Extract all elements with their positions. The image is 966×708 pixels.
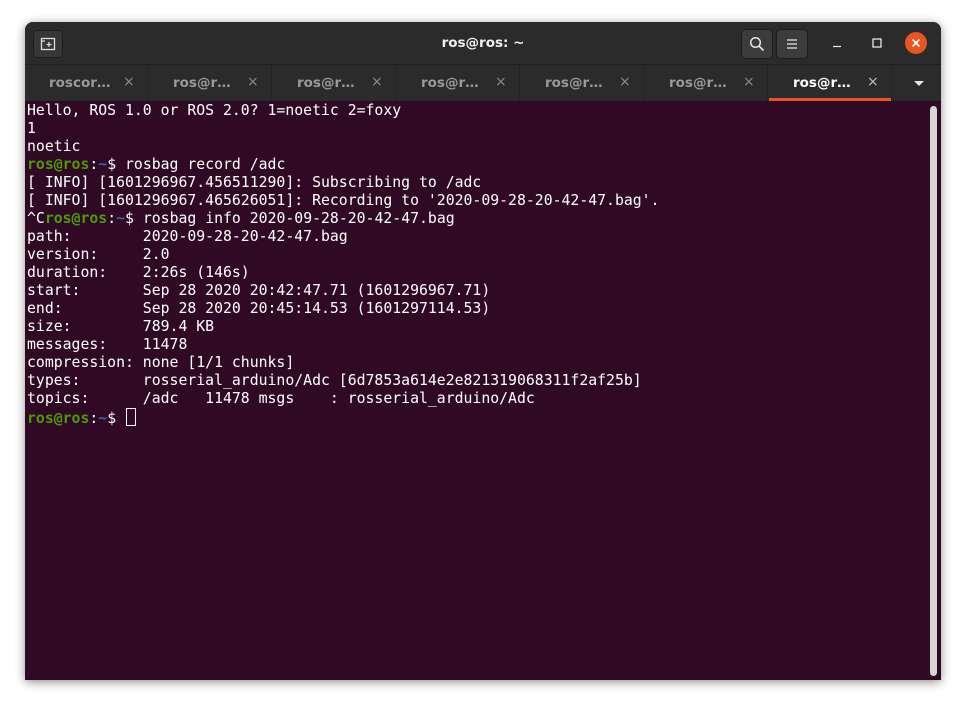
prompt-separator: : <box>107 210 117 227</box>
prompt-user-host: ros@ros <box>27 156 90 173</box>
output-text: version: 2.0 <box>27 246 170 263</box>
output-text: types: rosserial_arduino/Adc [6d7853a614… <box>27 372 642 389</box>
close-icon <box>911 38 921 48</box>
command-text: $ rosbag info 2020-09-28-20-42-47.bag <box>125 210 455 227</box>
tab-label: roscor… <box>49 75 111 91</box>
output-text: size: 789.4 KB <box>27 318 215 335</box>
terminal-output-line: types: rosserial_arduino/Adc [6d7853a614… <box>27 372 929 390</box>
tab-6[interactable]: ros@r… × <box>645 65 768 101</box>
command-text: $ <box>107 410 126 427</box>
terminal-output-line: noetic <box>27 138 929 156</box>
tab-bar: roscor… × ros@r… × ros@r… × ros@r… × ros… <box>25 64 941 101</box>
terminal-output-line: start: Sep 28 2020 20:42:47.71 (16012969… <box>27 282 929 300</box>
minimize-icon <box>833 45 841 48</box>
interrupt-marker: ^C <box>27 210 45 227</box>
hamburger-menu-icon <box>787 39 797 49</box>
chevron-down-icon <box>914 81 924 86</box>
output-text: path: 2020-09-28-20-42-47.bag <box>27 228 348 245</box>
tab-close-icon[interactable]: × <box>619 75 631 89</box>
terminal-prompt-line: ros@ros:~$ <box>27 408 929 427</box>
tab-label: ros@r… <box>669 75 727 91</box>
output-text: topics: /adc 11478 msgs : rosserial_ardu… <box>27 390 535 407</box>
tab-2[interactable]: ros@r… × <box>149 65 272 101</box>
menu-button[interactable] <box>776 29 808 59</box>
text-cursor <box>126 408 137 426</box>
tab-label: ros@r… <box>173 75 231 91</box>
terminal-window: ros@ros: ~ roscor… × ros@r… × ros@r… × r… <box>25 22 941 680</box>
tab-3[interactable]: ros@r… × <box>273 65 396 101</box>
terminal-output-line: duration: 2:26s (146s) <box>27 264 929 282</box>
terminal-prompt-line: ^Cros@ros:~$ rosbag info 2020-09-28-20-4… <box>27 210 929 228</box>
prompt-path: ~ <box>98 156 108 173</box>
terminal-output-line: Hello, ROS 1.0 or ROS 2.0? 1=noetic 2=fo… <box>27 102 929 120</box>
output-text: end: Sep 28 2020 20:45:14.53 (1601297114… <box>27 300 491 317</box>
terminal-output[interactable]: Hello, ROS 1.0 or ROS 2.0? 1=noetic 2=fo… <box>25 101 929 680</box>
tab-close-icon[interactable]: × <box>495 75 507 89</box>
prompt-separator: : <box>89 156 99 173</box>
title-bar[interactable]: ros@ros: ~ <box>25 22 941 64</box>
scrollbar[interactable] <box>930 106 937 676</box>
prompt-path: ~ <box>116 210 126 227</box>
terminal-output-line: messages: 11478 <box>27 336 929 354</box>
output-text: messages: 11478 <box>27 336 188 353</box>
output-text: [ INFO] [1601296967.465626051]: Recordin… <box>27 192 660 209</box>
output-text: start: Sep 28 2020 20:42:47.71 (16012969… <box>27 282 491 299</box>
output-text: Hello, ROS 1.0 or ROS 2.0? 1=noetic 2=fo… <box>27 102 402 119</box>
close-button[interactable] <box>905 32 927 54</box>
terminal-output-line: topics: /adc 11478 msgs : rosserial_ardu… <box>27 390 929 408</box>
command-text: $ rosbag record /adc <box>107 156 286 173</box>
output-text: [ INFO] [1601296967.456511290]: Subscrib… <box>27 174 482 191</box>
terminal-prompt-line: ros@ros:~$ rosbag record /adc <box>27 156 929 174</box>
output-text: noetic <box>27 138 81 155</box>
output-text: duration: 2:26s (146s) <box>27 264 250 281</box>
tab-label: ros@r… <box>297 75 355 91</box>
tab-close-icon[interactable]: × <box>867 75 879 89</box>
tab-4[interactable]: ros@r… × <box>397 65 520 101</box>
tab-label: ros@r… <box>545 75 603 91</box>
prompt-path: ~ <box>98 410 108 427</box>
tab-5[interactable]: ros@r… × <box>521 65 644 101</box>
tab-close-icon[interactable]: × <box>371 75 383 89</box>
minimize-button[interactable] <box>826 32 848 54</box>
tab-close-icon[interactable]: × <box>123 75 135 89</box>
terminal-output-line: [ INFO] [1601296967.456511290]: Subscrib… <box>27 174 929 192</box>
output-text: compression: none [1/1 chunks] <box>27 354 295 371</box>
tab-close-icon[interactable]: × <box>743 75 755 89</box>
search-button[interactable] <box>741 29 773 59</box>
terminal-output-line: path: 2020-09-28-20-42-47.bag <box>27 228 929 246</box>
terminal-output-line: [ INFO] [1601296967.465626051]: Recordin… <box>27 192 929 210</box>
terminal-output-line: version: 2.0 <box>27 246 929 264</box>
tab-label: ros@r… <box>793 75 851 91</box>
tab-label: ros@r… <box>421 75 479 91</box>
prompt-user-host: ros@ros <box>27 410 90 427</box>
tab-close-icon[interactable]: × <box>247 75 259 89</box>
terminal-output-line: 1 <box>27 120 929 138</box>
terminal-output-line: end: Sep 28 2020 20:45:14.53 (1601297114… <box>27 300 929 318</box>
search-icon <box>749 36 765 52</box>
tab-1[interactable]: roscor… × <box>25 65 148 101</box>
tab-list-dropdown[interactable] <box>909 75 929 91</box>
prompt-user-host: ros@ros <box>44 210 108 227</box>
terminal-output-line: size: 789.4 KB <box>27 318 929 336</box>
maximize-button[interactable] <box>866 32 888 54</box>
prompt-separator: : <box>89 410 99 427</box>
maximize-icon <box>872 38 882 48</box>
output-text: 1 <box>27 120 36 137</box>
terminal-output-line: compression: none [1/1 chunks] <box>27 354 929 372</box>
tab-7-active[interactable]: ros@r… × <box>769 65 892 101</box>
